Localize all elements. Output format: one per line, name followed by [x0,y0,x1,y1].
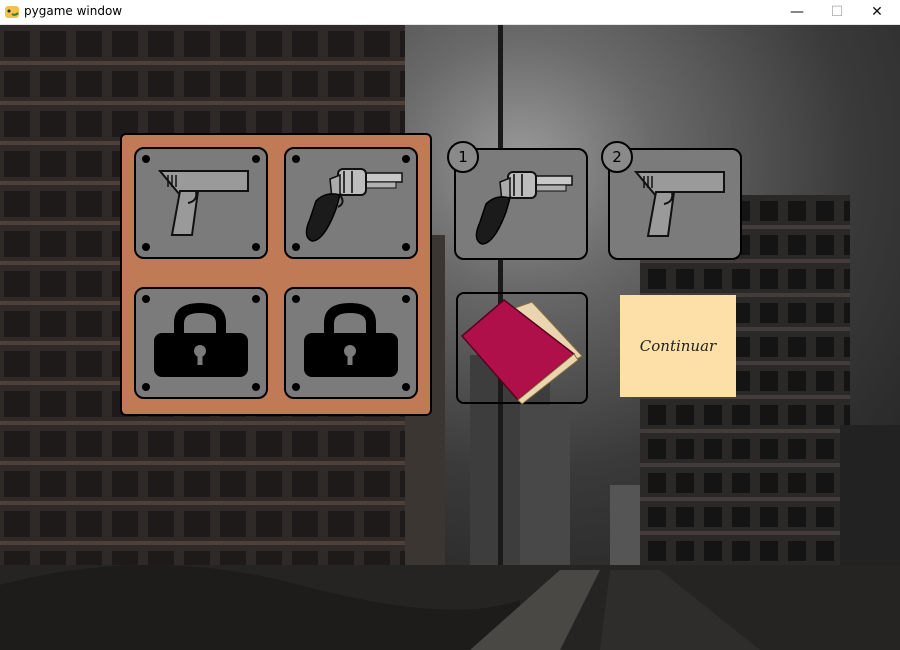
inventory-slot-locked[interactable] [284,287,418,399]
inventory-panel [120,133,432,416]
lock-icon [154,303,248,377]
revolver-icon [305,168,403,242]
equipped-slot-number-badge: 2 [601,141,633,173]
minimize-button[interactable]: — [777,0,817,24]
close-button[interactable]: ✕ [857,0,897,24]
continue-button[interactable]: Continuar [620,295,736,397]
window-title: pygame window [24,4,123,18]
book-icon [460,299,583,405]
inventory-slot-locked[interactable] [134,287,268,399]
lock-icon [304,303,398,377]
maximize-button[interactable]: ☐ [817,0,857,24]
equipped-slot-number-badge: 1 [447,141,479,173]
window-titlebar: pygame window — ☐ ✕ [0,0,900,25]
game-canvas[interactable]: 1 2 Continuar [0,25,900,650]
pistol-icon [157,170,249,236]
book-slot[interactable] [456,292,588,405]
inventory-slot-pistol[interactable] [134,147,268,259]
pygame-snake-icon [5,6,19,18]
inventory-slot-revolver[interactable] [284,147,418,259]
